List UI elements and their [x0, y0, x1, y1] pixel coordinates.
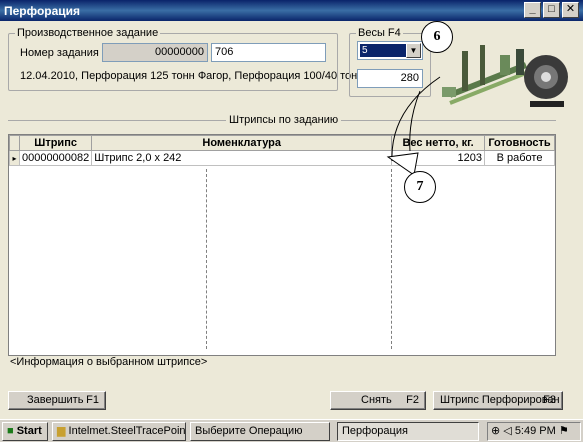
callout-7: 7: [404, 171, 436, 203]
taskbar-item-select-operation[interactable]: Выберите Операцию: [190, 422, 330, 441]
start-button[interactable]: ■ Start: [2, 422, 48, 441]
window-client: Производственное задание Номер задания 0…: [0, 21, 583, 419]
cell-strip[interactable]: 00000000082: [18, 150, 93, 166]
network-icon[interactable]: ⊕: [491, 425, 500, 437]
taskbar-item-label: Перфорация: [342, 425, 408, 437]
windows-logo-icon: ■: [7, 425, 14, 437]
grid-divider: [391, 169, 392, 349]
minimize-icon[interactable]: _: [524, 2, 541, 18]
task-group-legend: Производственное задание: [17, 27, 159, 39]
clock: 5:49 PM: [514, 425, 556, 437]
strips-grid[interactable]: Штрипс Номенклатура Вес нетто, кг. Готов…: [8, 134, 556, 356]
remove-button-label: Снять: [361, 394, 392, 406]
finish-button-key: F1: [86, 394, 99, 406]
selected-strip-info: <Информация о выбранном штрипсе>: [10, 356, 208, 368]
title-bar: Перфорация _ □ ✕: [0, 0, 583, 21]
system-tray: ⊕ ◁ 5:49 PM ⚑: [487, 422, 581, 441]
taskbar-item-perforation[interactable]: Перфорация: [337, 422, 479, 441]
table-row[interactable]: ▸ 00000000082 Штрипс 2,0 х 242 1203 В ра…: [9, 150, 555, 166]
task-info-line: 12.04.2010, Перфорация 125 тонн Фагор, П…: [20, 70, 364, 82]
taskbar-item-label: Выберите Операцию: [195, 425, 303, 437]
cell-status[interactable]: В работе: [484, 150, 555, 166]
remove-button[interactable]: Снять F2: [330, 391, 426, 410]
taskbar: ■ Start ▆ Intelmet.SteelTracePoint Выбер…: [0, 419, 583, 442]
col-nomenclature-header[interactable]: Номенклатура: [91, 135, 393, 151]
task-number-label: Номер задания: [20, 47, 99, 59]
task-number-suffix-field[interactable]: 706: [211, 43, 326, 62]
col-status-header[interactable]: Готовность: [484, 135, 555, 151]
task-number-field: 00000000: [102, 43, 208, 62]
strip-perforated-button-label: Штрипс Перфорирован: [440, 394, 560, 406]
finish-button[interactable]: Завершить F1: [8, 391, 106, 410]
window-title: Перфорация: [4, 4, 81, 18]
remove-button-key: F2: [406, 394, 419, 406]
strips-table: Штрипс Номенклатура Вес нетто, кг. Готов…: [9, 135, 555, 166]
finish-button-label: Завершить: [27, 394, 84, 406]
close-icon[interactable]: ✕: [562, 2, 579, 18]
machine-illustration: [440, 27, 576, 113]
taskbar-item-label: Intelmet.SteelTracePoint: [68, 425, 186, 437]
grid-title: Штрипсы по заданию: [226, 114, 342, 126]
row-indicator-header: [9, 135, 20, 151]
flag-icon[interactable]: ⚑: [559, 425, 569, 437]
taskbar-item-steeltracepoint[interactable]: ▆ Intelmet.SteelTracePoint: [52, 422, 186, 441]
row-pointer-icon: ▸: [9, 150, 20, 166]
maximize-icon[interactable]: □: [543, 2, 560, 18]
cell-nomenclature[interactable]: Штрипс 2,0 х 242: [91, 150, 393, 166]
start-label: Start: [16, 425, 42, 437]
scales-group-legend: Весы F4: [358, 27, 401, 39]
speaker-icon[interactable]: ◁: [503, 425, 511, 437]
col-strip-header[interactable]: Штрипс: [18, 135, 93, 151]
folder-icon: ▆: [57, 425, 66, 437]
strip-perforated-button-key: F3: [543, 394, 556, 406]
callout-arrow: [386, 76, 441, 176]
strip-perforated-button[interactable]: Штрипс Перфорирован F3: [433, 391, 563, 410]
grid-divider: [206, 169, 207, 349]
callout-6: 6: [421, 21, 453, 53]
